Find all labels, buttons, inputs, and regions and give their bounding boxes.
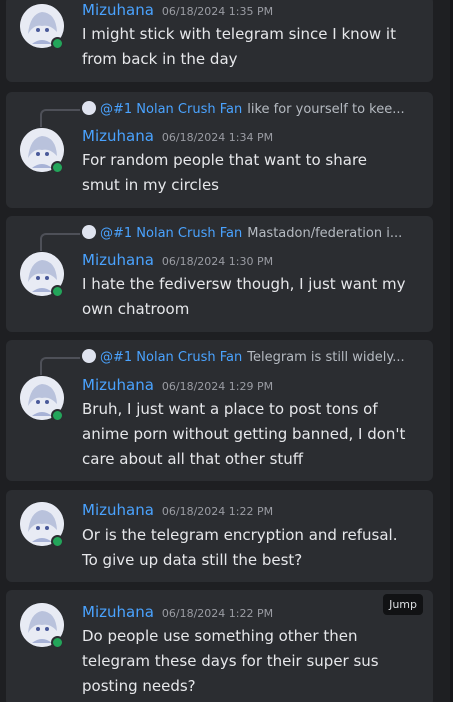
reply-avatar <box>82 349 96 363</box>
reply-snippet: Telegram is still widely... <box>247 350 405 365</box>
reply-snippet: Mastadon/federation i... <box>247 226 403 241</box>
username[interactable]: Mizuhana <box>82 1 154 19</box>
reply-preview[interactable]: @#1 Nolan Crush Fan like for yourself to … <box>82 101 427 117</box>
message-line: Or is the telegram encryption and refusa… <box>82 526 398 544</box>
message-line: I might stick with telegram since I know… <box>82 25 396 43</box>
message-line: telegram these days for their super sus <box>82 652 379 670</box>
message-text: For random people that want to share smu… <box>82 148 427 198</box>
message-text: Do people use something other then teleg… <box>82 624 427 699</box>
online-status-icon <box>51 37 64 50</box>
jump-button[interactable]: Jump <box>383 594 423 615</box>
username[interactable]: Mizuhana <box>82 501 154 519</box>
username[interactable]: Mizuhana <box>82 251 154 269</box>
message-header: Mizuhana 06/18/2024 1:34 PM <box>82 126 273 145</box>
timestamp: 06/18/2024 1:35 PM <box>161 5 274 18</box>
message-header: Mizuhana 06/18/2024 1:29 PM <box>82 375 273 394</box>
message-line: from back in the day <box>82 50 238 68</box>
message-item[interactable]: @#1 Nolan Crush Fan Mastadon/federation i… <box>6 216 433 332</box>
message-header: Mizuhana 06/18/2024 1:35 PM <box>82 0 273 19</box>
message-item[interactable]: Mizuhana 06/18/2024 1:35 PM I might stick… <box>6 0 433 82</box>
reply-author[interactable]: @#1 Nolan Crush Fan <box>100 350 242 365</box>
message-line: I hate the fediversw though, I just want… <box>82 275 406 293</box>
username[interactable]: Mizuhana <box>82 127 154 145</box>
reply-author[interactable]: @#1 Nolan Crush Fan <box>100 226 242 241</box>
message-line: For random people that want to share <box>82 151 368 169</box>
reply-connector <box>40 233 80 251</box>
online-status-icon <box>51 636 64 649</box>
message-line: anime porn without getting banned, I don… <box>82 425 406 443</box>
reply-avatar <box>82 225 96 239</box>
timestamp: 06/18/2024 1:30 PM <box>161 255 274 268</box>
timestamp: 06/18/2024 1:22 PM <box>161 505 274 518</box>
message-line: posting needs? <box>82 677 196 695</box>
message-item[interactable]: Mizuhana 06/18/2024 1:22 PM Or is the tel… <box>6 490 433 582</box>
message-item[interactable]: @#1 Nolan Crush Fan like for yourself to … <box>6 92 433 208</box>
message-line: To give up data still the best? <box>82 551 303 569</box>
username[interactable]: Mizuhana <box>82 603 154 621</box>
message-line: Do people use something other then <box>82 627 358 645</box>
message-line: care about all that other stuff <box>82 450 304 468</box>
online-status-icon <box>51 161 64 174</box>
online-status-icon <box>51 535 64 548</box>
message-text: I hate the fediversw though, I just want… <box>82 272 427 322</box>
reply-connector <box>40 357 80 375</box>
message-feed: Mizuhana 06/18/2024 1:35 PM I might stick… <box>0 0 453 702</box>
reply-avatar <box>82 101 96 115</box>
reply-snippet: like for yourself to kee... <box>247 102 405 117</box>
message-line: own chatroom <box>82 300 190 318</box>
message-line: smut in my circles <box>82 176 219 194</box>
reply-connector <box>40 109 80 127</box>
message-item[interactable]: @#1 Nolan Crush Fan Telegram is still wid… <box>6 340 433 481</box>
username[interactable]: Mizuhana <box>82 376 154 394</box>
message-text: Or is the telegram encryption and refusa… <box>82 523 427 573</box>
timestamp: 06/18/2024 1:22 PM <box>161 607 274 620</box>
reply-preview[interactable]: @#1 Nolan Crush Fan Telegram is still wid… <box>82 349 427 365</box>
message-header: Mizuhana 06/18/2024 1:22 PM <box>82 500 273 519</box>
message-item[interactable]: Jump Mizuhana 06/18/2024 1:22 PM Do peopl… <box>6 590 433 702</box>
message-header: Mizuhana 06/18/2024 1:22 PM <box>82 602 273 621</box>
online-status-icon <box>51 285 64 298</box>
message-text: Bruh, I just want a place to post tons o… <box>82 397 427 472</box>
message-line: Bruh, I just want a place to post tons o… <box>82 400 378 418</box>
timestamp: 06/18/2024 1:29 PM <box>161 380 274 393</box>
message-header: Mizuhana 06/18/2024 1:30 PM <box>82 250 273 269</box>
reply-author[interactable]: @#1 Nolan Crush Fan <box>100 102 242 117</box>
online-status-icon <box>51 409 64 422</box>
message-text: I might stick with telegram since I know… <box>82 22 427 72</box>
timestamp: 06/18/2024 1:34 PM <box>161 131 274 144</box>
reply-preview[interactable]: @#1 Nolan Crush Fan Mastadon/federation i… <box>82 225 427 241</box>
